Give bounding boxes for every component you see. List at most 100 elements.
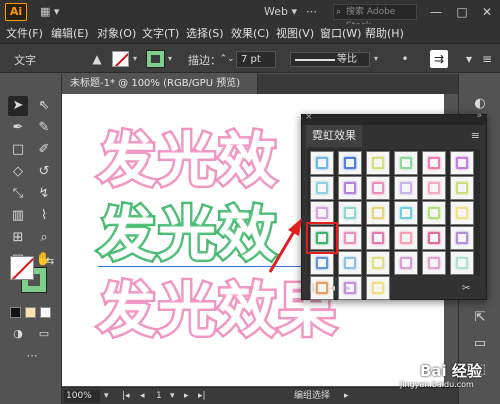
maximize-button[interactable]: □ [452, 3, 472, 21]
menu-effect[interactable]: 效果(C) [231, 26, 269, 41]
direct-selection-tool-icon[interactable]: ⇖ [34, 96, 54, 116]
gradient-mode-swatch[interactable] [25, 307, 36, 318]
neon-swatch[interactable] [338, 176, 362, 200]
neon-swatch[interactable] [422, 251, 446, 275]
close-panel-icon[interactable]: × [305, 112, 313, 122]
library-menu-icon[interactable]: ⫼ [310, 283, 315, 294]
close-button[interactable]: ✕ [477, 3, 497, 21]
align-menu-icon[interactable]: ▾ [460, 50, 478, 68]
export-panel-icon[interactable]: ⇱ [470, 308, 490, 328]
stock-search-input[interactable]: ⌕ 搜索 Adobe Stock [333, 4, 417, 31]
minimize-button[interactable]: — [426, 3, 446, 21]
brush-tool-icon[interactable]: ✐ [34, 140, 54, 160]
brush-icon[interactable]: • [396, 50, 414, 68]
neon-swatch[interactable] [366, 251, 390, 275]
panel-header[interactable]: × » [302, 111, 486, 125]
none-mode-swatch[interactable] [40, 307, 51, 318]
eyedropper-tool-icon[interactable]: ⌇ [34, 206, 54, 226]
stroke-weight-field[interactable]: 7 pt [236, 51, 276, 68]
neon-text-line-1[interactable]: 发光效 [95, 128, 278, 193]
zoom-tool-icon[interactable]: ⌕ [34, 228, 54, 248]
neon-swatch[interactable] [394, 151, 418, 175]
artboard-tool-icon[interactable]: ⊞ [8, 228, 28, 248]
eraser-tool-icon[interactable]: ◇ [8, 162, 28, 182]
swap-fill-stroke-icon[interactable]: ⇆ [40, 252, 60, 272]
prev-library-icon[interactable]: ◂ [330, 283, 335, 294]
workspace-switcher[interactable]: Web ▾ [264, 4, 297, 20]
selection-tool-icon[interactable]: ➤ [8, 96, 28, 116]
panel-options-icon[interactable]: ≡ [471, 129, 480, 142]
neon-swatch[interactable] [366, 201, 390, 225]
search-stock-icon[interactable]: ⋯ [306, 4, 317, 20]
neon-swatch[interactable] [310, 201, 334, 225]
neon-swatch[interactable] [306, 222, 338, 254]
pen-tool-icon[interactable]: ✒ [8, 118, 28, 138]
stroke-dropdown-icon[interactable]: ▾ [168, 54, 172, 63]
neon-swatch[interactable] [450, 226, 474, 250]
neon-swatch[interactable] [422, 176, 446, 200]
menu-edit[interactable]: 编辑(E) [51, 26, 89, 41]
stroke-swatch[interactable] [146, 50, 165, 68]
last-page-icon[interactable]: ▸| [198, 390, 206, 403]
fill-swatch[interactable] [112, 51, 129, 67]
next-page-icon[interactable]: ▸ [184, 390, 189, 403]
neon-swatch[interactable] [422, 226, 446, 250]
status-menu-icon[interactable]: ▸ [344, 390, 349, 403]
neon-swatch[interactable] [422, 151, 446, 175]
neon-swatch[interactable] [394, 176, 418, 200]
break-link-icon[interactable]: ✂ [462, 283, 470, 294]
recolor-icon[interactable]: ⇉ [430, 50, 448, 68]
page-number-field[interactable]: 1 [156, 390, 162, 403]
zoom-dropdown-icon[interactable]: ▾ [104, 390, 109, 403]
neon-swatch[interactable] [394, 226, 418, 250]
gradient-tool-icon[interactable]: ▥ [8, 206, 28, 226]
neon-swatch[interactable] [394, 201, 418, 225]
stroke-profile-dropdown[interactable]: 等比 [290, 52, 370, 67]
stroke-stepper-icon[interactable]: ⌃⌄ [218, 50, 236, 68]
neon-swatch[interactable] [310, 176, 334, 200]
panel-menu-icon[interactable]: ≡ [478, 50, 496, 68]
rotate-tool-icon[interactable]: ↺ [34, 162, 54, 182]
neon-swatch[interactable] [338, 151, 362, 175]
collapse-panel-icon[interactable]: » [476, 111, 482, 121]
menu-window[interactable]: 窗口(W) [320, 26, 361, 41]
warp-tool-icon[interactable]: ↯ [34, 184, 54, 204]
prev-page-icon[interactable]: ◂ [140, 390, 145, 403]
neon-swatch[interactable] [366, 151, 390, 175]
neon-swatch[interactable] [450, 151, 474, 175]
menu-object[interactable]: 对象(O) [97, 26, 136, 41]
panel-tab-neon[interactable]: 霓虹效果 [306, 125, 362, 147]
menu-file[interactable]: 文件(F) [6, 26, 43, 41]
screen-mode-icon[interactable]: ▭ [34, 324, 54, 344]
draw-mode-icon[interactable]: ◑ [8, 324, 28, 344]
page-dropdown-icon[interactable]: ▾ [170, 390, 175, 403]
profile-dropdown-icon[interactable]: ▾ [374, 54, 378, 63]
align-panel-icon[interactable]: ▭ [470, 334, 490, 354]
neon-swatch[interactable] [422, 201, 446, 225]
neon-swatch[interactable] [310, 251, 334, 275]
menu-type[interactable]: 文字(T) [142, 26, 179, 41]
menu-view[interactable]: 视图(V) [276, 26, 314, 41]
neon-swatch[interactable] [366, 176, 390, 200]
neon-text-line-2[interactable]: 发光效 [95, 202, 278, 267]
neon-swatch[interactable] [450, 251, 474, 275]
pencil-tool-icon[interactable]: ✎ [34, 118, 54, 138]
neon-swatch[interactable] [450, 201, 474, 225]
arrange-documents-icon[interactable]: ▦ ▾ [40, 4, 59, 20]
scale-tool-icon[interactable]: ⤡ [8, 184, 28, 204]
zoom-level-field[interactable]: 100% [64, 390, 100, 403]
next-library-icon[interactable]: ▸ [346, 283, 351, 294]
neon-swatch[interactable] [450, 176, 474, 200]
neon-swatch[interactable] [310, 151, 334, 175]
color-mode-swatch[interactable] [10, 307, 21, 318]
neon-swatch[interactable] [338, 251, 362, 275]
edit-toolbar-icon[interactable]: ⋯ [22, 346, 42, 366]
document-tab[interactable]: 未标题-1* @ 100% (RGB/GPU 预览) [62, 74, 258, 94]
fill-color-box[interactable] [10, 256, 34, 280]
menu-help[interactable]: 帮助(H) [365, 26, 404, 41]
menu-select[interactable]: 选择(S) [186, 26, 224, 41]
neon-swatch[interactable] [338, 226, 362, 250]
neon-swatch[interactable] [366, 226, 390, 250]
fill-dropdown-icon[interactable]: ▾ [133, 54, 137, 63]
first-page-icon[interactable]: |◂ [122, 390, 130, 403]
